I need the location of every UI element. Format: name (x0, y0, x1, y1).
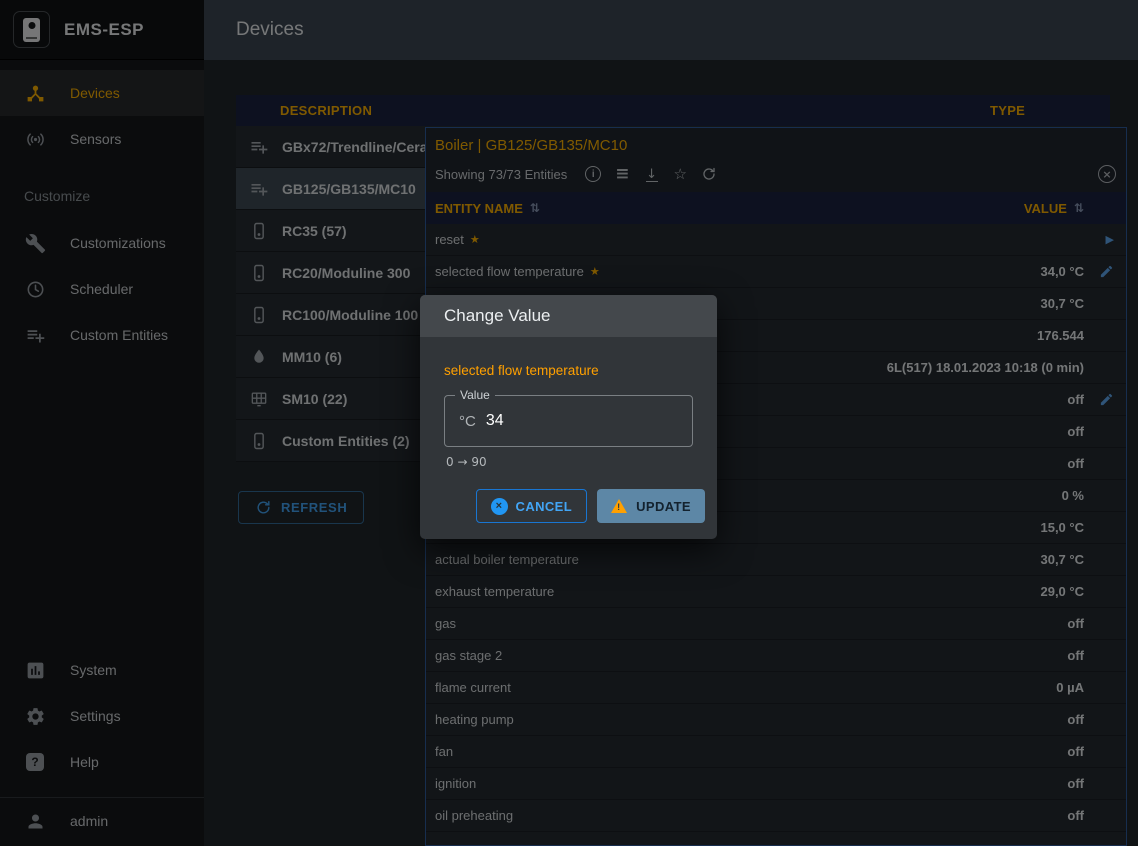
value-field-label: Value (455, 388, 495, 402)
cancel-button[interactable]: × CANCEL (476, 489, 588, 523)
warning-triangle-icon: ! (611, 499, 627, 513)
entity-label: selected flow temperature (444, 363, 693, 378)
range-hint: 0 → 90 (444, 455, 693, 469)
value-input[interactable] (486, 412, 606, 430)
cancel-circle-x-icon: × (491, 498, 508, 515)
ems-esp-app: EMS-ESP Devices Sensors Customize Custom… (0, 0, 1138, 846)
dialog-body: selected flow temperature Value °C 0 → 9… (420, 337, 717, 469)
update-button[interactable]: ! UPDATE (597, 489, 705, 523)
value-field[interactable]: Value °C (444, 395, 693, 447)
change-value-dialog: Change Value selected flow temperature V… (420, 295, 717, 539)
dialog-title: Change Value (420, 295, 717, 337)
unit-adornment: °C (459, 413, 476, 430)
dialog-actions: × CANCEL ! UPDATE (420, 469, 717, 539)
